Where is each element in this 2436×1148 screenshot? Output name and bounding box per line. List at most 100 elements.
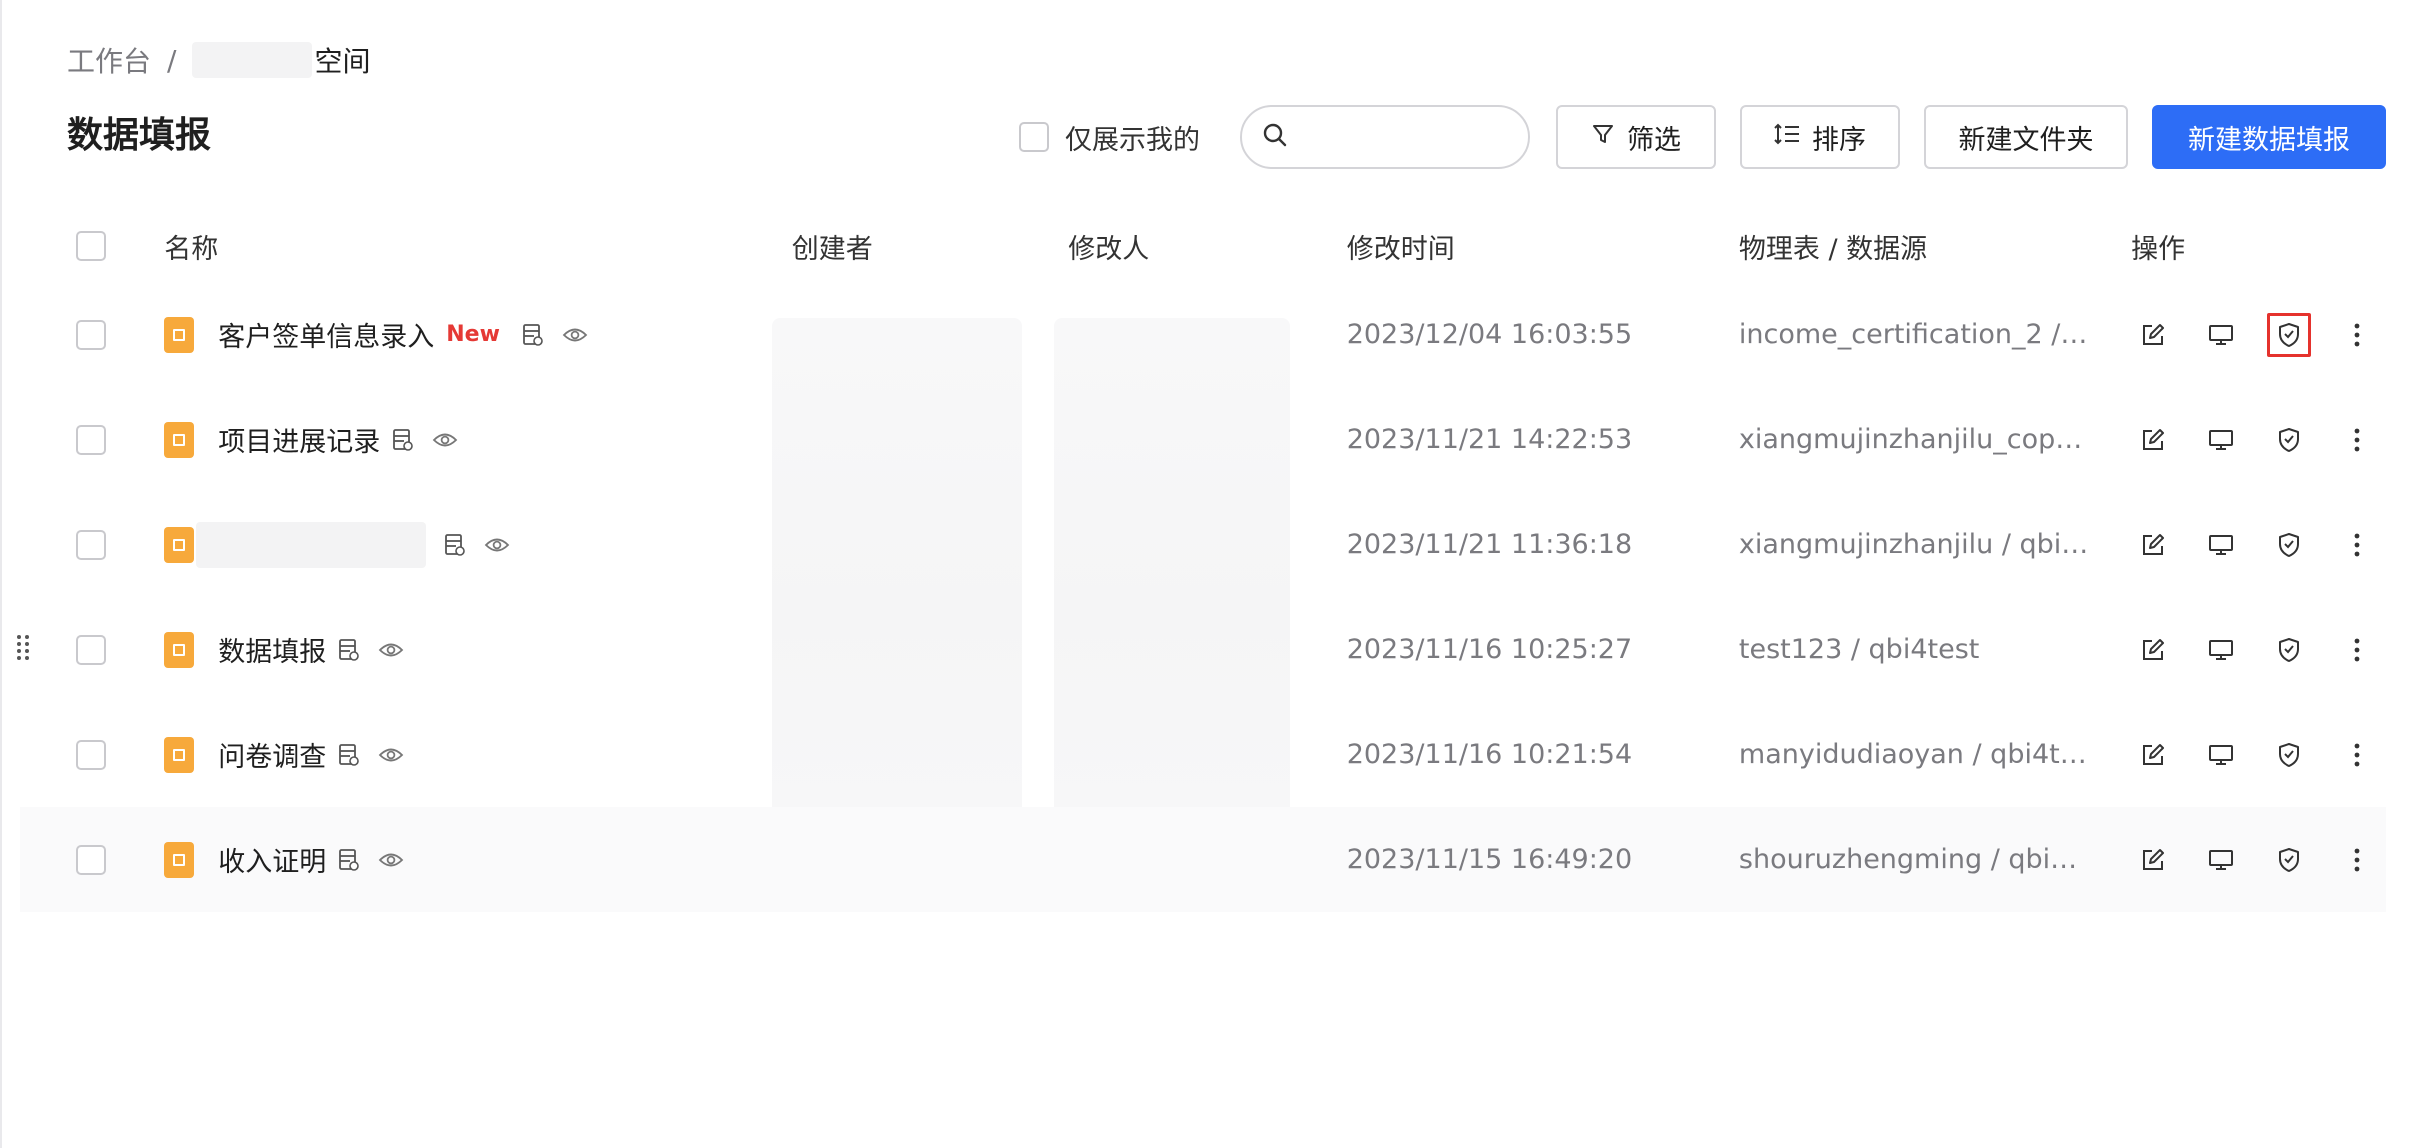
shield-check-icon[interactable] xyxy=(2267,312,2312,357)
eye-icon[interactable] xyxy=(432,430,458,450)
row-source: income_certification_2 / ... xyxy=(1739,319,2131,350)
new-form-button[interactable]: 新建数据填报 xyxy=(2152,105,2386,169)
row-modified-time: 2023/11/21 14:22:53 xyxy=(1346,424,1633,455)
row-modified-time: 2023/11/21 11:36:18 xyxy=(1346,529,1633,560)
row-ops xyxy=(2131,418,2386,462)
table-row[interactable]: 客户签单信息录入 New 2023/12/04 16:03:55 income_… xyxy=(20,282,2386,387)
eye-icon[interactable] xyxy=(378,640,404,660)
shield-check-icon[interactable] xyxy=(2267,733,2311,777)
monitor-icon[interactable] xyxy=(2199,733,2243,777)
monitor-icon[interactable] xyxy=(2199,628,2243,672)
row-name[interactable]: 收入证明 xyxy=(218,840,326,879)
only-mine-toggle[interactable]: 仅展示我的 xyxy=(1019,118,1200,157)
more-vertical-icon[interactable] xyxy=(2335,733,2379,777)
more-vertical-icon[interactable] xyxy=(2335,523,2379,567)
monitor-icon[interactable] xyxy=(2199,523,2243,567)
row-name[interactable]: 客户签单信息录入 xyxy=(218,315,434,354)
left-divider xyxy=(0,0,2,1148)
only-mine-checkbox[interactable] xyxy=(1019,122,1049,152)
header-creator: 创建者 xyxy=(791,233,873,265)
edit-icon[interactable] xyxy=(2131,733,2175,777)
row-modified-time: 2023/11/15 16:49:20 xyxy=(1346,844,1633,875)
table-preview-icon[interactable] xyxy=(392,428,414,452)
eye-icon[interactable] xyxy=(484,535,510,555)
row-checkbox[interactable] xyxy=(76,634,106,665)
more-vertical-icon[interactable] xyxy=(2335,838,2379,882)
breadcrumb-root[interactable]: 工作台 xyxy=(67,40,151,80)
filter-icon xyxy=(1591,122,1627,153)
row-name-cell xyxy=(164,521,792,568)
row-select xyxy=(20,634,164,665)
row-name-cell: 客户签单信息录入 New xyxy=(164,315,792,354)
table-row[interactable]: 2023/11/21 11:36:18 xiangmujinzhanjilu /… xyxy=(20,492,2386,597)
row-source: manyidudiaoyan / qbi4test xyxy=(1739,739,2131,770)
row-source: shouruzhengming / qbi4t... xyxy=(1739,844,2131,875)
eye-icon[interactable] xyxy=(378,850,404,870)
data-table: 名称 创建者 修改人 修改时间 物理表 / 数据源 操作 客户签单信息录入 Ne… xyxy=(17,210,2386,912)
edit-icon[interactable] xyxy=(2131,838,2175,882)
row-ops xyxy=(2131,733,2386,777)
more-vertical-icon[interactable] xyxy=(2335,628,2379,672)
row-checkbox[interactable] xyxy=(76,739,106,770)
new-badge: New xyxy=(446,322,500,347)
more-vertical-icon[interactable] xyxy=(2335,313,2379,357)
filter-button[interactable]: 筛选 xyxy=(1556,105,1716,169)
form-file-icon xyxy=(164,631,195,668)
row-ops xyxy=(2131,838,2386,882)
edit-icon[interactable] xyxy=(2131,523,2175,567)
monitor-icon[interactable] xyxy=(2199,418,2243,462)
row-source-text: shouruzhengming / qbi4t... xyxy=(1738,844,2089,875)
row-source: test123 / qbi4test xyxy=(1739,634,2131,665)
eye-icon[interactable] xyxy=(378,745,404,765)
sort-button[interactable]: 排序 xyxy=(1740,105,1900,169)
table-row[interactable]: 数据填报 2023/11/16 10:25:27 test123 / qbi4t… xyxy=(17,597,2386,702)
page-title: 数据填报 xyxy=(67,115,212,156)
header-ops: 操作 xyxy=(2131,233,2186,265)
sort-label: 排序 xyxy=(1812,124,1866,156)
table-row[interactable]: 项目进展记录 2023/11/21 14:22:53 xiangmujinzha… xyxy=(20,387,2386,492)
table-preview-icon[interactable] xyxy=(338,743,360,767)
shield-check-icon[interactable] xyxy=(2267,838,2311,882)
row-name-cell: 问卷调查 xyxy=(164,735,792,774)
monitor-icon[interactable] xyxy=(2199,838,2243,882)
edit-icon[interactable] xyxy=(2131,313,2175,357)
row-ops xyxy=(2131,312,2386,357)
new-folder-button[interactable]: 新建文件夹 xyxy=(1924,105,2128,169)
form-file-icon xyxy=(164,316,195,353)
select-all-checkbox[interactable] xyxy=(76,231,106,261)
row-name[interactable]: 问卷调查 xyxy=(218,735,326,774)
row-source-text: xiangmujinzhanjilu_copy ... xyxy=(1738,424,2089,455)
row-ops xyxy=(2131,628,2386,672)
shield-check-icon[interactable] xyxy=(2267,523,2311,567)
row-checkbox[interactable] xyxy=(76,529,106,560)
row-checkbox[interactable] xyxy=(76,424,106,455)
search-box[interactable] xyxy=(1240,105,1633,169)
row-name[interactable]: 数据填报 xyxy=(218,630,326,669)
row-name-redacted xyxy=(196,521,427,568)
row-select xyxy=(20,319,164,350)
row-modified-time: 2023/11/16 10:25:27 xyxy=(1346,634,1633,665)
breadcrumb-current: 空间 xyxy=(314,45,371,78)
table-preview-icon[interactable] xyxy=(338,848,360,872)
eye-icon[interactable] xyxy=(562,325,588,345)
header-name: 名称 xyxy=(164,233,219,265)
table-preview-icon[interactable] xyxy=(338,638,360,662)
row-name[interactable]: 项目进展记录 xyxy=(218,420,380,459)
row-source-text: manyidudiaoyan / qbi4test xyxy=(1738,739,2089,770)
monitor-icon[interactable] xyxy=(2199,313,2243,357)
table-row[interactable]: 问卷调查 2023/11/16 10:21:54 manyidudiaoyan … xyxy=(20,702,2386,807)
row-checkbox[interactable] xyxy=(76,844,106,875)
table-row[interactable]: 收入证明 2023/11/15 16:49:20 shouruzhengming… xyxy=(20,807,2386,912)
row-checkbox[interactable] xyxy=(76,319,106,350)
row-source-text: income_certification_2 / ... xyxy=(1738,319,2089,350)
edit-icon[interactable] xyxy=(2131,628,2175,672)
drag-handle-icon[interactable] xyxy=(16,633,30,670)
shield-check-icon[interactable] xyxy=(2267,628,2311,672)
table-preview-icon[interactable] xyxy=(444,533,466,557)
table-preview-icon[interactable] xyxy=(522,323,544,347)
shield-check-icon[interactable] xyxy=(2267,418,2311,462)
breadcrumb-redacted xyxy=(192,42,313,78)
edit-icon[interactable] xyxy=(2131,418,2175,462)
search-icon xyxy=(1262,122,1288,152)
more-vertical-icon[interactable] xyxy=(2335,418,2379,462)
